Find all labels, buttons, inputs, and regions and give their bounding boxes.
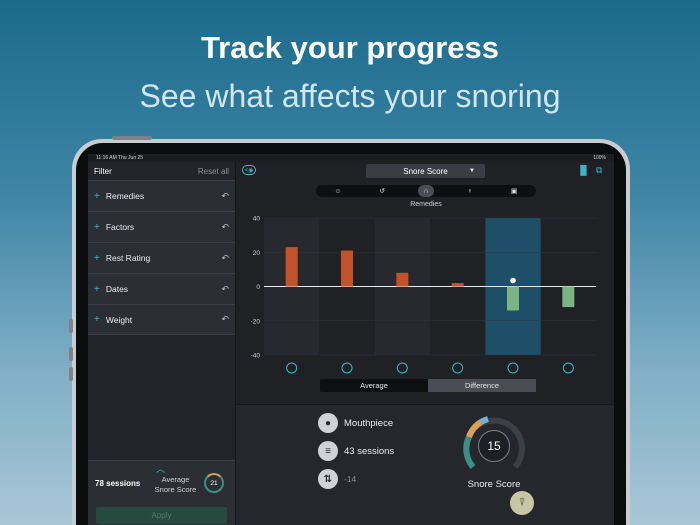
filter-item-dates[interactable]: + Dates ↶ [88, 273, 235, 304]
view-toggle: Average Difference [320, 379, 536, 392]
average-tab[interactable]: Average [320, 379, 428, 392]
metric-dropdown-label: Snore Score [403, 166, 448, 176]
tablet-frame: 11:16 AM Thu Jun 25 100% Filter Reset al… [69, 136, 630, 525]
main-panel: <◉ Snore Score ▼ ▐▌ ⧉ ☺ ↺ ∩ ♀ ▣ Remedies [236, 162, 614, 525]
face-icon[interactable]: ☺ [330, 185, 346, 197]
status-bar: 11:16 AM Thu Jun 25 100% [88, 154, 614, 162]
undo-icon[interactable]: ↶ [221, 284, 229, 295]
plus-icon: + [94, 190, 100, 202]
filter-sidebar: Filter Reset all + Remedies ↶ + Factors … [88, 162, 236, 525]
status-time: 11:16 AM Thu Jun 25 [96, 155, 144, 161]
history-icon[interactable]: ↺ [374, 185, 390, 197]
tablet-side-button [69, 319, 73, 333]
bar [285, 247, 298, 287]
y-tick-label: 40 [253, 216, 261, 223]
main-header: <◉ Snore Score ▼ ▐▌ ⧉ [236, 162, 614, 180]
apply-button[interactable]: Apply [96, 507, 227, 524]
average-score-label: Average Snore Score [154, 475, 197, 494]
filter-header: Filter Reset all [88, 162, 235, 180]
share-icon[interactable]: ⧉ [596, 165, 602, 176]
filter-item-label: Weight [105, 314, 133, 325]
chevron-up-icon[interactable]: ︿ [156, 462, 165, 475]
sessions-row: ≡ 43 sessions [318, 441, 394, 461]
undo-icon[interactable]: ↶ [221, 191, 229, 202]
bar-chart-icon[interactable]: ▐▌ [577, 165, 590, 175]
average-score-gauge: 21 [204, 473, 224, 493]
filter-title: Filter [94, 166, 112, 176]
filter-item-label: Remedies [105, 191, 145, 201]
bar [341, 250, 353, 287]
tablet-side-button [69, 347, 73, 361]
remedy-name: Mouthpiece [344, 417, 394, 429]
remedies-bar-chart: 40 20 0 -20 -40 [251, 216, 596, 374]
filter-item-factors[interactable]: + Factors ↶ [88, 211, 235, 242]
caret-down-icon: ▼ [469, 168, 475, 174]
bar [451, 283, 464, 287]
status-battery: 100% [593, 155, 606, 161]
remedy-difference: -14 [344, 474, 357, 484]
plus-icon: + [94, 314, 100, 325]
category-icon [341, 362, 353, 374]
average-score-value: 21 [210, 479, 218, 487]
filter-icon[interactable]: ⍒ [510, 491, 534, 515]
y-tick-label: -20 [251, 318, 261, 325]
category-segment: ☺ ↺ ∩ ♀ ▣ [316, 185, 536, 197]
undo-icon[interactable]: ↶ [221, 253, 229, 264]
remedy-details: ● Mouthpiece ≡ 43 sessions ⇅ -14 15 Snor… [236, 404, 614, 525]
category-icon [562, 362, 574, 374]
filter-item-weight[interactable]: + Weight ↶ [88, 304, 235, 335]
difference-row: ⇅ -14 [318, 469, 356, 489]
category-icon [507, 362, 519, 374]
hero-title: Track your progress [200, 30, 500, 65]
bar [396, 272, 409, 287]
remedies-icon[interactable]: ∩ [418, 185, 434, 197]
back-icon[interactable]: <◉ [242, 165, 256, 175]
up-down-arrow-icon: ⇅ [318, 469, 338, 489]
y-tick-label: 20 [253, 250, 261, 257]
undo-icon[interactable]: ↶ [221, 314, 229, 325]
app-screen: 11:16 AM Thu Jun 25 100% Filter Reset al… [88, 154, 614, 525]
snore-score-value: 15 [478, 430, 510, 462]
filter-item-label: Factors [105, 222, 135, 232]
filter-item-rest-rating[interactable]: + Rest Rating ↶ [88, 242, 235, 273]
plus-icon: + [94, 221, 100, 233]
segment-label: Remedies [410, 201, 442, 208]
bar [507, 286, 519, 311]
difference-tab[interactable]: Difference [428, 379, 536, 392]
undo-icon[interactable]: ↶ [221, 222, 229, 233]
session-count: 78 sessions [95, 479, 141, 488]
remedy-row: ● Mouthpiece [318, 413, 393, 433]
y-tick-label: -40 [251, 353, 261, 360]
filter-summary: ︿ 78 sessions Average Snore Score 21 App… [88, 460, 235, 525]
location-pin-icon [510, 277, 516, 284]
lightbulb-icon[interactable]: ♀ [462, 185, 478, 197]
filter-item-remedies[interactable]: + Remedies ↶ [88, 180, 235, 211]
location-pin-icon: ● [318, 413, 338, 433]
y-tick-label: 0 [256, 284, 260, 291]
snore-score-label: Snore Score [467, 479, 521, 490]
plus-icon: + [94, 252, 100, 264]
tablet-top-button [112, 136, 152, 140]
bar [562, 286, 575, 308]
clipboard-icon[interactable]: ▣ [506, 185, 522, 197]
hero-subtitle: See what affects your snoring [139, 78, 561, 114]
filter-item-label: Rest Rating [105, 253, 151, 263]
category-icon [286, 362, 298, 374]
category-icon [452, 362, 464, 374]
category-icon [396, 362, 408, 374]
metric-dropdown[interactable]: Snore Score ▼ [366, 164, 485, 178]
reset-all-button[interactable]: Reset all [198, 167, 229, 176]
filter-item-label: Dates [105, 284, 129, 294]
plus-icon: + [94, 283, 100, 295]
tablet-side-button [69, 367, 73, 381]
remedy-sessions: 43 sessions [344, 445, 395, 457]
list-icon: ≡ [318, 441, 338, 461]
